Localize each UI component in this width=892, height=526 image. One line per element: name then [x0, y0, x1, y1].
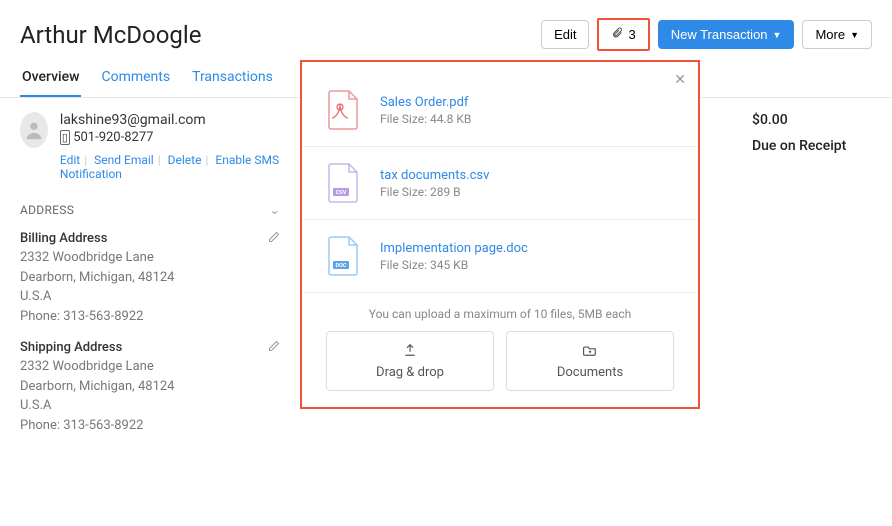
upload-hint: You can upload a maximum of 10 files, 5M…: [302, 307, 698, 321]
more-button[interactable]: More ▼: [802, 20, 872, 49]
documents-label: Documents: [557, 365, 623, 380]
address-section-header[interactable]: ADDRESS ⌄: [20, 203, 280, 217]
edit-shipping-icon[interactable]: [268, 340, 280, 356]
svg-text:CSV: CSV: [336, 190, 347, 196]
documents-button[interactable]: Documents: [506, 331, 674, 391]
folder-icon: [517, 342, 663, 361]
credits-value: $0.00: [752, 112, 872, 128]
shipping-line2: Dearborn, Michigan, 48124: [20, 377, 280, 397]
profile-email: lakshine93@gmail.com: [60, 112, 280, 128]
attachment-size: File Size: 345 KB: [380, 258, 528, 272]
profile-edit-link[interactable]: Edit: [60, 153, 80, 167]
shipping-line1: 2332 Woodbridge Lane: [20, 357, 280, 377]
profile-links: Edit| Send Email| Delete| Enable SMS Not…: [60, 153, 280, 181]
csv-icon: CSV: [326, 161, 362, 205]
svg-text:DOC: DOC: [336, 263, 347, 269]
period-value: Due on Receipt: [752, 138, 872, 154]
phone-icon: ▯: [60, 130, 70, 145]
attachment-name[interactable]: Implementation page.doc: [380, 241, 528, 256]
tab-transactions[interactable]: Transactions: [190, 61, 275, 97]
shipping-address-label: Shipping Address: [20, 340, 280, 355]
billing-line1: 2332 Woodbridge Lane: [20, 248, 280, 268]
header-actions: Edit 3 New Transaction ▼ More ▼: [541, 18, 872, 51]
edit-button[interactable]: Edit: [541, 20, 589, 49]
new-transaction-label: New Transaction: [671, 27, 768, 42]
new-transaction-button[interactable]: New Transaction ▼: [658, 20, 795, 49]
drag-drop-label: Drag & drop: [376, 365, 444, 380]
attachments-count: 3: [628, 27, 635, 42]
attachment-name[interactable]: Sales Order.pdf: [380, 95, 471, 110]
attachment-row: Sales Order.pdf File Size: 44.8 KB: [302, 74, 698, 147]
profile-phone: ▯ 501-920-8277: [60, 130, 280, 145]
doc-icon: DOC: [326, 234, 362, 278]
attachment-row: CSV tax documents.csv File Size: 289 B: [302, 147, 698, 220]
attachment-name[interactable]: tax documents.csv: [380, 168, 489, 183]
avatar: [20, 112, 48, 148]
chevron-down-icon: ⌄: [270, 203, 280, 217]
billing-line3: U.S.A: [20, 287, 280, 307]
billing-address-label: Billing Address: [20, 231, 280, 246]
chevron-down-icon: ▼: [850, 30, 859, 40]
edit-billing-icon[interactable]: [268, 231, 280, 247]
billing-phone: Phone: 313-563-8922: [20, 307, 280, 327]
shipping-phone: Phone: 313-563-8922: [20, 416, 280, 436]
attachments-popover: ✕ Sales Order.pdf File Size: 44.8 KB CSV…: [300, 60, 700, 409]
tab-comments[interactable]: Comments: [99, 61, 172, 97]
paperclip-icon: [611, 26, 623, 43]
pdf-icon: [326, 88, 362, 132]
drag-drop-button[interactable]: Drag & drop: [326, 331, 494, 391]
close-icon[interactable]: ✕: [674, 72, 686, 88]
page-title: Arthur McDoogle: [20, 21, 201, 49]
attachments-button[interactable]: 3: [597, 18, 649, 51]
tab-overview[interactable]: Overview: [20, 61, 81, 97]
shipping-line3: U.S.A: [20, 396, 280, 416]
billing-line2: Dearborn, Michigan, 48124: [20, 268, 280, 288]
attachment-size: File Size: 289 B: [380, 185, 489, 199]
chevron-down-icon: ▼: [773, 30, 782, 40]
upload-icon: [337, 342, 483, 361]
attachment-row: DOC Implementation page.doc File Size: 3…: [302, 220, 698, 293]
profile-send-email-link[interactable]: Send Email: [94, 153, 154, 167]
profile-delete-link[interactable]: Delete: [168, 153, 202, 167]
address-header-label: ADDRESS: [20, 203, 74, 217]
attachment-size: File Size: 44.8 KB: [380, 112, 471, 126]
more-label: More: [815, 27, 845, 42]
